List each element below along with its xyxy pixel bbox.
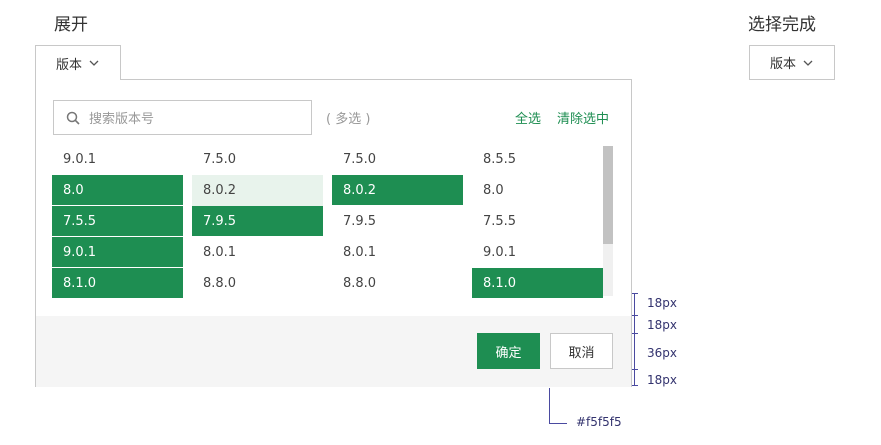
version-option-selected[interactable]: 7.5.5 [52,206,183,237]
version-option-selected[interactable]: 8.1.0 [52,268,183,299]
spec-bracket-line [634,293,635,385]
version-option-selected[interactable]: 9.0.1 [52,237,183,268]
cancel-button[interactable]: 取消 [550,333,613,369]
spec-pointer-line [549,423,567,424]
spec-color-label: #f5f5f5 [576,415,622,429]
version-dropdown-closed[interactable]: 版本 [749,45,835,80]
dropdown-label: 版本 [55,57,82,73]
version-option-selected[interactable]: 7.9.5 [192,206,323,237]
version-dropdown-open[interactable]: 版本 [35,45,121,80]
version-option[interactable]: 9.0.1 [52,144,183,175]
search-icon [66,111,80,125]
clear-selection-link[interactable]: 清除选中 [557,108,609,127]
select-all-link[interactable]: 全选 [515,108,541,127]
version-option-selected[interactable]: 8.1.0 [472,268,603,299]
version-option-selected[interactable]: 8.0.2 [332,175,463,206]
dropdown-label: 版本 [769,57,796,72]
version-option[interactable]: 7.9.5 [332,206,463,237]
version-option-selected[interactable]: 8.0 [52,175,183,206]
search-input[interactable]: 搜索版本号 [53,100,312,135]
version-column: 7.5.0 8.0.2 7.9.5 8.0.1 8.8.0 [332,144,463,299]
section-title-expanded: 展开 [54,15,88,35]
scrollbar-track[interactable] [603,146,613,296]
version-dropdown-panel: 搜索版本号 ( 多选 ) 全选 清除选中 9.0.1 8.0 7.5.5 9.0… [35,79,632,387]
confirm-button[interactable]: 确定 [477,333,540,369]
spec-label: 36px [647,346,677,360]
version-option[interactable]: 8.0.1 [332,237,463,268]
version-option[interactable]: 7.5.5 [472,206,603,237]
scrollbar-thumb[interactable] [603,146,613,244]
version-option[interactable]: 8.0.1 [192,237,323,268]
chevron-down-icon [89,60,99,66]
version-option[interactable]: 8.0 [472,175,603,206]
spec-pointer-line [549,388,550,424]
version-option-hover[interactable]: 8.0.2 [192,175,323,206]
version-option[interactable]: 7.5.0 [192,144,323,175]
version-column: 9.0.1 8.0 7.5.5 9.0.1 8.1.0 [52,144,183,299]
multi-select-hint: ( 多选 ) [326,112,371,127]
spec-label: 18px [647,296,677,310]
version-option[interactable]: 8.8.0 [332,268,463,299]
panel-footer: 确定 取消 [36,316,631,387]
version-option[interactable]: 7.5.0 [332,144,463,175]
version-column: 7.5.0 8.0.2 7.9.5 8.0.1 8.8.0 [192,144,323,299]
version-option[interactable]: 9.0.1 [472,237,603,268]
version-column: 8.5.5 8.0 7.5.5 9.0.1 8.1.0 [472,144,603,299]
version-option[interactable]: 8.5.5 [472,144,603,175]
spec-label: 18px [647,373,677,387]
version-option[interactable]: 8.8.0 [192,268,323,299]
section-title-completed: 选择完成 [748,15,816,35]
chevron-down-icon [803,60,813,66]
spec-label: 18px [647,318,677,332]
search-placeholder: 搜索版本号 [89,112,155,127]
